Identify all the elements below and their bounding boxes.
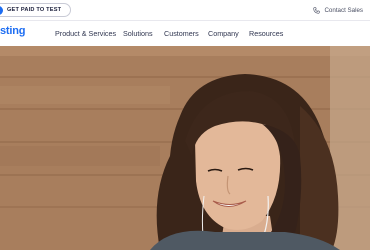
nav-item-product-services[interactable]: Product & Services: [55, 29, 116, 38]
nav-item-company[interactable]: Company: [208, 29, 239, 38]
phone-icon: [313, 6, 321, 14]
contact-sales-link[interactable]: Contact Sales: [313, 4, 363, 16]
promo-dot-icon: [0, 6, 3, 15]
main-nav: sting Product & Services Solutions Custo…: [0, 21, 370, 46]
utility-bar: GET PAID TO TEST Contact Sales: [0, 0, 370, 21]
nav-item-customers[interactable]: Customers: [164, 29, 199, 38]
nav-item-resources[interactable]: Resources: [249, 29, 283, 38]
promo-label: GET PAID TO TEST: [7, 7, 62, 13]
woman-with-earbuds-photo: [0, 46, 370, 250]
contact-sales-label: Contact Sales: [324, 6, 363, 14]
hero-photo: [0, 46, 370, 250]
get-paid-to-test-button[interactable]: GET PAID TO TEST: [0, 3, 72, 17]
nav-item-solutions[interactable]: Solutions: [123, 29, 153, 38]
logo-text[interactable]: sting: [0, 25, 25, 37]
